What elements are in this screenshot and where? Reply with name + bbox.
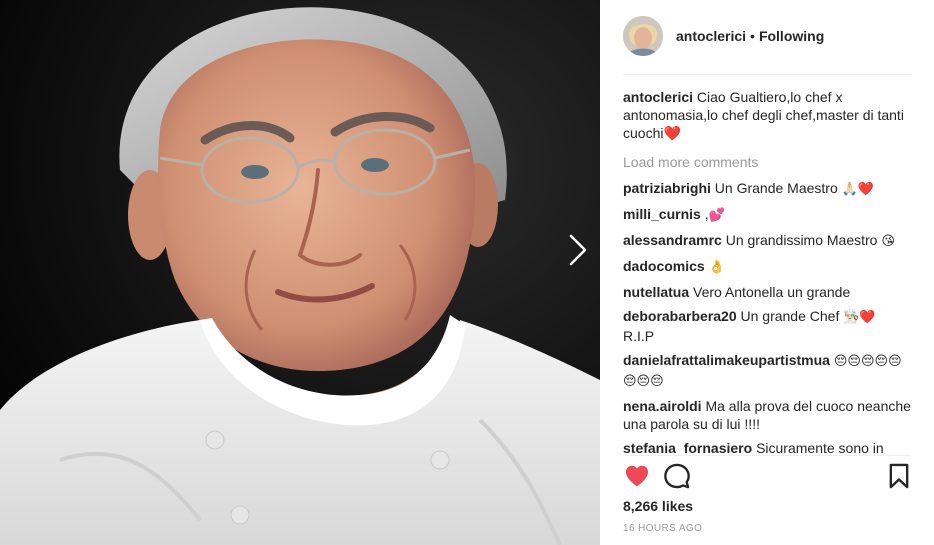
comment-text-continued: R.I.P [623,328,655,344]
comment-item: dadocomics 👌 [623,257,913,277]
comment-item: danielafrattalimakeupartistmua 😔😔😔😔😔😔😔😔 [623,351,913,391]
post-photo[interactable] [0,0,600,545]
post-actions [623,462,913,492]
caption-username[interactable]: antoclerici [623,89,693,105]
comment-username[interactable]: patriziabrighi [623,180,711,196]
comment-item: nutellatua Vero Antonella un grande [623,283,913,301]
header-divider [623,74,911,75]
save-button[interactable] [885,462,913,490]
comment-username[interactable]: nutellatua [623,284,689,300]
caption-emoji: ❤️ [663,126,681,142]
comment-emoji: 😘 [881,234,895,249]
comment-username[interactable]: deborabarbera20 [623,308,737,324]
comment-username[interactable]: alessandramrc [623,232,722,248]
actions-divider [623,455,911,456]
comment-item: nena.airoldi Ma alla prova del cuoco nea… [623,397,913,433]
comment-text: Vero Antonella un grande [693,284,851,300]
comment-text: Un Grande Maestro [714,180,838,196]
comment-emoji: 💕 [708,208,725,223]
header-separator: • [750,28,755,44]
chevron-right-icon [569,234,587,266]
comment-item: stefania_fornasiero Sicuramente sono in … [623,439,913,454]
comment-item: milli_curnis ,💕 [623,205,913,225]
post-detail-panel: antoclerici • Following antoclerici Ciao… [600,0,934,545]
avatar[interactable] [623,16,663,56]
likes-count[interactable]: 8,266 likes [623,498,693,514]
comment-emoji: 👌 [708,260,725,275]
comment-username[interactable]: nena.airoldi [623,398,702,414]
post-timestamp[interactable]: 16 HOURS AGO [623,523,702,534]
comment-emoji: 👨🏻‍🍳❤️ [843,310,876,325]
comment-username[interactable]: dadocomics [623,258,705,274]
comment-text: Un grandissimo Maestro [725,232,878,248]
comment-icon [664,463,690,489]
comment-username[interactable]: stefania_fornasiero [623,440,752,454]
comment-item: patriziabrighi Un Grande Maestro 🙏🏻❤️ [623,179,913,199]
following-button[interactable]: Following [759,28,824,44]
comments-list[interactable]: antoclerici Ciao Gualtiero,lo chef x ant… [623,88,913,454]
next-image-button[interactable] [560,230,596,270]
avatar-image [623,16,663,56]
comment-text: Un grande Chef [740,308,840,324]
comment-username[interactable]: milli_curnis [623,206,701,222]
bookmark-icon [889,463,909,489]
heart-icon [625,465,649,487]
author-username[interactable]: antoclerici [676,28,746,44]
caption: antoclerici Ciao Gualtiero,lo chef x ant… [623,88,913,143]
comment-item: alessandramrc Un grandissimo Maestro 😘 [623,231,913,251]
comment-username[interactable]: danielafrattalimakeupartistmua [623,352,830,368]
post-header: antoclerici • Following [623,16,911,56]
comment-button[interactable] [663,462,691,490]
chef-portrait-image [0,0,600,545]
comment-emoji: 🙏🏻❤️ [841,182,875,197]
comment-item: deborabarbera20 Un grande Chef 👨🏻‍🍳❤️ R.… [623,307,913,345]
load-more-comments-button[interactable]: Load more comments [623,153,913,171]
like-button[interactable] [623,462,651,490]
